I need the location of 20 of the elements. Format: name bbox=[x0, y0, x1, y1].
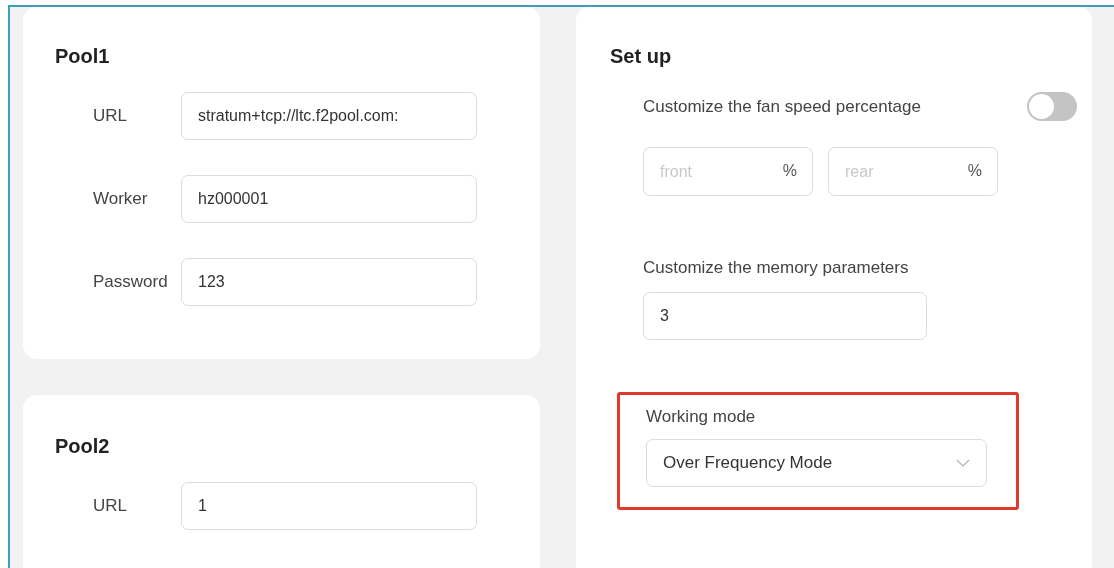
memory-label: Customize the memory parameters bbox=[643, 258, 910, 278]
fan-speed-label: Customize the fan speed percentage bbox=[643, 96, 921, 117]
field-label: URL bbox=[93, 496, 128, 516]
field-label: Worker bbox=[93, 189, 149, 209]
memory-field[interactable]: 3 bbox=[643, 292, 927, 340]
field-label: URL bbox=[93, 106, 128, 126]
mode-select[interactable]: Over Frequency Mode bbox=[646, 439, 987, 487]
chevron-down-icon bbox=[956, 458, 970, 468]
percent-unit: % bbox=[782, 162, 797, 180]
pool-title: Pool1 bbox=[55, 45, 111, 68]
setup-title: Set up bbox=[610, 45, 673, 68]
toggle-switch[interactable] bbox=[1027, 92, 1077, 121]
text-field[interactable]: hz000001 bbox=[181, 175, 477, 223]
pool-title: Pool2 bbox=[55, 435, 111, 458]
text-field[interactable]: stratum+tcp://ltc.f2pool.com: bbox=[181, 92, 477, 140]
text-field[interactable]: 123 bbox=[181, 258, 477, 306]
percent-unit: % bbox=[967, 162, 982, 180]
field-label: Password bbox=[93, 272, 169, 292]
text-field[interactable]: 1 bbox=[181, 482, 477, 530]
working-mode-label: Working mode bbox=[646, 407, 756, 426]
